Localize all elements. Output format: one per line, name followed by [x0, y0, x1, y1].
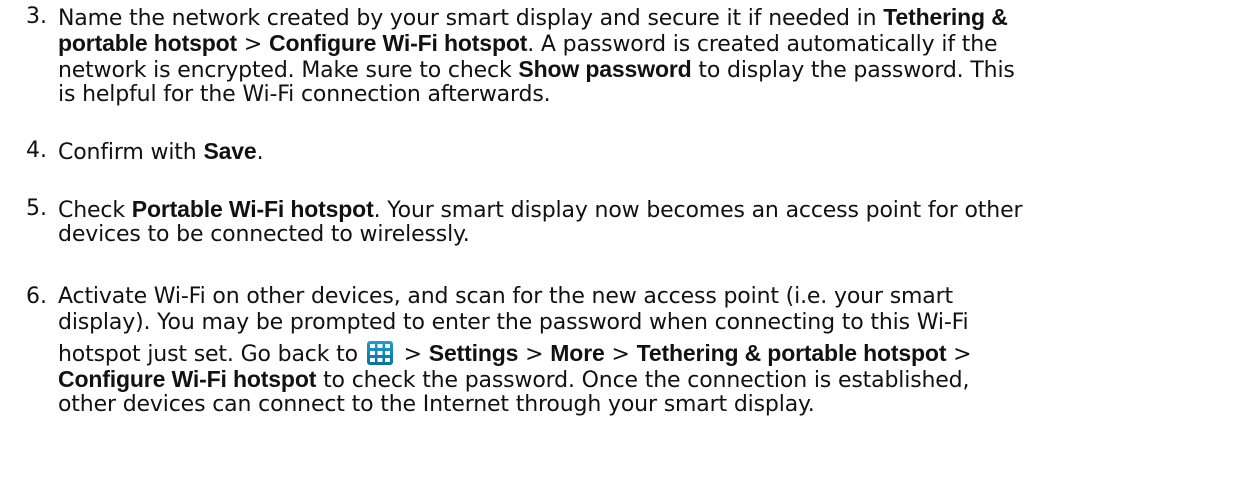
- step-line: display). You may be prompted to enter t…: [58, 310, 969, 336]
- step-number: 3.: [26, 4, 47, 29]
- line-text: to check the password. Once the connecti…: [316, 368, 970, 393]
- menu-label: Settings: [428, 340, 519, 366]
- line-text: hotspot just set. Go back to: [58, 342, 365, 367]
- step-line: Name the network created by your smart d…: [58, 4, 1008, 32]
- step-line: network is encrypted. Make sure to check…: [58, 56, 1015, 84]
- step-line: Check Portable Wi-Fi hotspot. Your smart…: [58, 196, 1023, 224]
- step-line: portable hotspot > Configure Wi-Fi hotsp…: [58, 30, 998, 58]
- line-text: >: [946, 342, 972, 367]
- line-text: Activate Wi-Fi on other devices, and sca…: [58, 284, 953, 309]
- menu-label: Tethering &: [883, 4, 1008, 30]
- step-line: Confirm with Save.: [58, 138, 264, 166]
- line-text: is helpful for the Wi-Fi connection afte…: [58, 82, 551, 107]
- line-text: Confirm with: [58, 140, 204, 165]
- step-line: Configure Wi-Fi hotspot to check the pas…: [58, 366, 969, 394]
- button-label: Save: [203, 138, 257, 164]
- line-text: network is encrypted. Make sure to check: [58, 58, 519, 83]
- step-line: other devices can connect to the Interne…: [58, 392, 815, 418]
- menu-label: Configure Wi-Fi hotspot: [269, 30, 528, 56]
- line-text: >: [237, 32, 270, 57]
- line-text: . A password is created automatically if…: [527, 32, 998, 57]
- option-label: Show password: [518, 56, 692, 82]
- step-line: devices to be connected to wirelessly.: [58, 222, 470, 248]
- line-text: display). You may be prompted to enter t…: [58, 310, 969, 335]
- instruction-document: 3. Name the network created by your smar…: [0, 0, 1247, 485]
- step-line: is helpful for the Wi-Fi connection afte…: [58, 82, 551, 108]
- step-number: 5.: [26, 196, 47, 221]
- menu-label: Tethering & portable hotspot: [636, 340, 947, 366]
- step-number: 6.: [26, 284, 47, 309]
- line-text: . Your smart display now becomes an acce…: [373, 198, 1023, 223]
- line-text: to display the password. This: [691, 58, 1015, 83]
- line-text: Check: [58, 198, 132, 223]
- step-line: Activate Wi-Fi on other devices, and sca…: [58, 284, 953, 310]
- option-label: Portable Wi-Fi hotspot: [131, 196, 374, 222]
- step-number: 4.: [26, 138, 47, 163]
- line-text: >: [518, 342, 551, 367]
- line-text: .: [256, 140, 264, 165]
- line-text: other devices can connect to the Interne…: [58, 392, 815, 417]
- apps-grid-icon: [366, 341, 393, 365]
- menu-label: portable hotspot: [58, 30, 238, 56]
- line-text: >: [396, 342, 429, 367]
- menu-label: More: [550, 340, 605, 366]
- line-text: >: [604, 342, 637, 367]
- line-text: devices to be connected to wirelessly.: [58, 222, 470, 247]
- line-text: Name the network created by your smart d…: [58, 6, 884, 31]
- menu-label: Configure Wi-Fi hotspot: [58, 366, 317, 392]
- step-line: hotspot just set. Go back to > Settings …: [58, 340, 972, 368]
